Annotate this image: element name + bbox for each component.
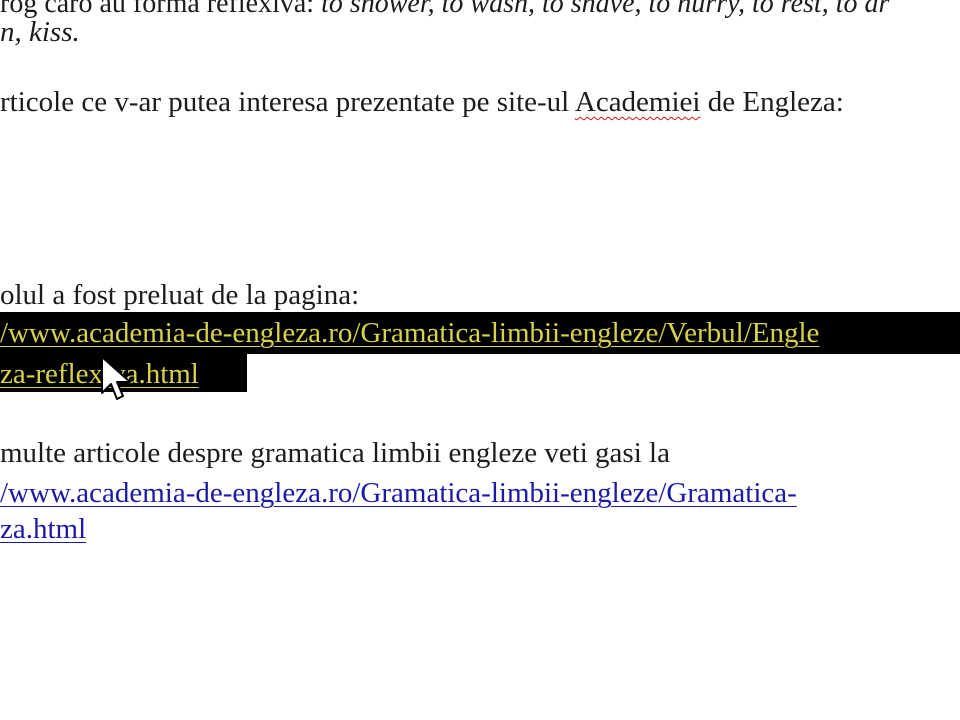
text-line-reflexive-verbs: rog caro au forma reflexiva: to shower, … bbox=[0, 0, 889, 22]
hyperlink-grammar-line-2[interactable]: za.html bbox=[0, 513, 86, 545]
text-line-examples-continued-text: n, kiss. bbox=[0, 16, 80, 48]
hyperlink-reflexive-line-1[interactable]: /www.academia-de-engleza.ro/Gramatica-li… bbox=[0, 317, 819, 349]
text-line-more-articles-text: multe articole despre gramatica limbii e… bbox=[0, 437, 670, 469]
text-line-source-page: olul a fost preluat de la pagina: bbox=[0, 277, 359, 313]
hyperlink-reflexive-article[interactable]: /www.academia-de-engleza.ro/Gramatica-li… bbox=[0, 315, 819, 351]
hyperlink-grammar-index-continued[interactable]: za.html bbox=[0, 511, 86, 547]
text-line-source-page-text: olul a fost preluat de la pagina: bbox=[0, 279, 360, 311]
text-line-more-articles: multe articole despre gramatica limbii e… bbox=[0, 435, 670, 471]
text-line-articles-interest: rticole ce v-ar putea interesa prezentat… bbox=[0, 84, 844, 120]
text-line-examples-continued: n, kiss. bbox=[0, 14, 80, 50]
hyperlink-grammar-index[interactable]: /www.academia-de-engleza.ro/Gramatica-li… bbox=[0, 475, 797, 511]
hyperlink-grammar-line-1[interactable]: /www.academia-de-engleza.ro/Gramatica-li… bbox=[0, 477, 797, 509]
text-line-academiei-word: Academiei bbox=[574, 86, 701, 118]
text-line-articles-prefix: rticole ce v-ar putea interesa prezentat… bbox=[0, 86, 575, 118]
mouse-pointer-arrow-icon bbox=[101, 356, 131, 400]
text-line-articles-suffix: de Engleza: bbox=[700, 86, 844, 118]
text-line-reflexive-examples: to shower, to wash, to shave, to hurry, … bbox=[321, 0, 890, 19]
